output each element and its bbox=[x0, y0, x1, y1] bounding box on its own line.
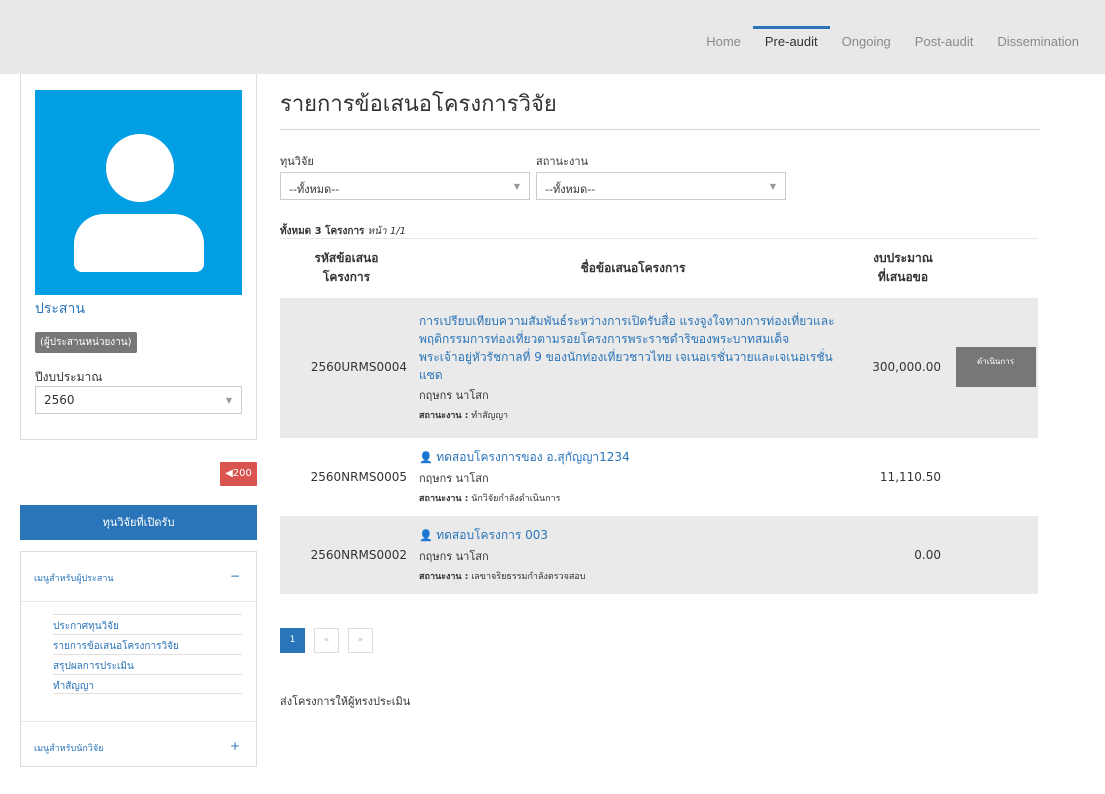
proposal-code: 2560NRMS0005 bbox=[280, 437, 413, 516]
proposal-title-link[interactable]: การเปรียบเทียบความสัมพันธ์ระหว่างการเปิด… bbox=[419, 312, 847, 384]
proposal-budget: 11,110.50 bbox=[853, 437, 953, 516]
send-to-reviewer-link[interactable]: ส่งโครงการให้ผู้ทรงประเมิน bbox=[280, 692, 410, 710]
coordinator-menu-list: ประกาศทุนวิจัย รายการข้อเสนอโครงการวิจัย… bbox=[21, 602, 256, 722]
fund-filter-value: --ทั้งหมด-- bbox=[289, 183, 340, 196]
result-count-page: หน้า 1/1 bbox=[367, 226, 406, 237]
person-icon: 👤 bbox=[419, 529, 437, 542]
proposal-table: รหัสข้อเสนอ โครงการ ชื่อข้อเสนอโครงการ ง… bbox=[280, 238, 1038, 594]
notification-count: 200 bbox=[232, 468, 252, 479]
researcher-menu-header[interactable]: เมนูสำหรับนักวิจัย + bbox=[21, 722, 256, 772]
caret-down-icon: ▼ bbox=[513, 182, 520, 191]
nav-dissemination[interactable]: Dissemination bbox=[985, 26, 1091, 57]
proposal-owner: กฤษกร นาโสก bbox=[419, 472, 489, 486]
table-row: 2560NRMS0002 👤 ทดสอบโครงการ 003 กฤษกร นา… bbox=[280, 515, 1038, 594]
menu-item-proposal-list[interactable]: รายการข้อเสนอโครงการวิจัย bbox=[53, 634, 242, 654]
fiscal-year-label: ปีงบประมาณ bbox=[35, 370, 103, 384]
page-1-button[interactable]: 1 bbox=[280, 628, 305, 653]
main-nav: Home Pre-audit Ongoing Post-audit Dissem… bbox=[694, 26, 1091, 57]
table-row: 2560URMS0004 การเปรียบเทียบความสัมพันธ์ร… bbox=[280, 297, 1038, 438]
col-header-title: ชื่อข้อเสนอโครงการ bbox=[413, 238, 853, 298]
avatar-body-icon bbox=[74, 214, 204, 272]
proposal-info: 👤 ทดสอบโครงการ 003 กฤษกร นาโสก สถานะงาน … bbox=[413, 515, 853, 594]
person-icon: 👤 bbox=[419, 451, 437, 465]
proposal-status: สถานะงาน : ทำสัญญา bbox=[419, 411, 509, 422]
proposal-action-cell bbox=[953, 437, 1038, 516]
coordinator-menu-label: เมนูสำหรับผู้ประสาน bbox=[34, 574, 114, 584]
proposal-status: สถานะงาน : เลขาจริยธรรมกำลังตรวจสอบ bbox=[419, 572, 586, 582]
open-funds-button[interactable]: ทุนวิจัยที่เปิดรับ bbox=[20, 505, 257, 540]
page-title: รายการข้อเสนอโครงการวิจัย bbox=[280, 92, 557, 117]
col-header-budget: งบประมาณ ที่เสนอขอ bbox=[853, 238, 953, 298]
proposal-title-link[interactable]: 👤 ทดสอบโครงการ 003 bbox=[419, 526, 847, 545]
proposal-info: การเปรียบเทียบความสัมพันธ์ระหว่างการเปิด… bbox=[413, 297, 853, 438]
avatar bbox=[35, 90, 242, 295]
proposal-info: 👤 ทดสอบโครงการของ อ.สุกัญญา1234 กฤษกร นา… bbox=[413, 437, 853, 516]
status-filter-select[interactable]: --ทั้งหมด-- ▼ bbox=[536, 172, 786, 200]
col-header-action bbox=[953, 238, 1038, 298]
proposal-code: 2560URMS0004 bbox=[280, 297, 413, 438]
status-filter-label: สถานะงาน bbox=[536, 155, 589, 168]
fiscal-year-select[interactable]: 2560 ▼ bbox=[35, 386, 242, 414]
caret-down-icon: ▼ bbox=[769, 182, 776, 191]
fiscal-year-value: 2560 bbox=[44, 393, 75, 407]
next-page-button[interactable]: » bbox=[348, 628, 373, 653]
expand-icon[interactable]: + bbox=[230, 739, 240, 753]
proceed-button[interactable]: ดำเนินการ bbox=[955, 347, 1036, 388]
proposal-owner: กฤษกร นาโสก bbox=[419, 389, 489, 403]
title-divider bbox=[280, 129, 1040, 130]
proposal-code: 2560NRMS0002 bbox=[280, 515, 413, 594]
nav-pre-audit[interactable]: Pre-audit bbox=[752, 26, 830, 57]
profile-role-badge: (ผู้ประสานหน่วยงาน) bbox=[35, 332, 137, 353]
menu-item-contract[interactable]: ทำสัญญา bbox=[53, 674, 242, 694]
proposal-action-cell bbox=[953, 515, 1038, 594]
prev-page-button[interactable]: « bbox=[314, 628, 339, 653]
menu-item-evaluation-summary[interactable]: สรุปผลการประเมิน bbox=[53, 654, 242, 674]
nav-post-audit[interactable]: Post-audit bbox=[903, 26, 986, 57]
result-count: ทั้งหมด 3 โครงการ หน้า 1/1 bbox=[280, 224, 406, 239]
avatar-head-icon bbox=[106, 134, 174, 202]
fund-filter-select[interactable]: --ทั้งหมด-- ▼ bbox=[280, 172, 530, 200]
nav-home[interactable]: Home bbox=[694, 26, 753, 57]
status-filter-value: --ทั้งหมด-- bbox=[545, 183, 596, 196]
result-count-total: ทั้งหมด 3 โครงการ bbox=[280, 226, 365, 237]
coordinator-menu-header[interactable]: เมนูสำหรับผู้ประสาน − bbox=[21, 552, 256, 602]
fund-filter-label: ทุนวิจัย bbox=[280, 155, 314, 168]
nav-ongoing[interactable]: Ongoing bbox=[830, 26, 903, 57]
megaphone-icon: ◀ bbox=[225, 468, 233, 479]
proposal-owner: กฤษกร นาโสก bbox=[419, 550, 489, 563]
proposal-status: สถานะงาน : นักวิจัยกำลังดำเนินการ bbox=[419, 494, 561, 505]
menu-item-fund-announcement[interactable]: ประกาศทุนวิจัย bbox=[53, 614, 242, 634]
notification-badge[interactable]: ◀200 bbox=[220, 462, 257, 486]
proposal-title-link[interactable]: 👤 ทดสอบโครงการของ อ.สุกัญญา1234 bbox=[419, 448, 847, 467]
proposal-action-cell: ดำเนินการ bbox=[953, 297, 1038, 438]
collapse-icon[interactable]: − bbox=[230, 569, 240, 583]
profile-name[interactable]: ประสาน bbox=[35, 298, 85, 320]
top-navbar: Home Pre-audit Ongoing Post-audit Dissem… bbox=[0, 0, 1105, 74]
side-menu: เมนูสำหรับผู้ประสาน − ประกาศทุนวิจัย ราย… bbox=[20, 551, 257, 767]
table-row: 2560NRMS0005 👤 ทดสอบโครงการของ อ.สุกัญญา… bbox=[280, 437, 1038, 516]
researcher-menu-label: เมนูสำหรับนักวิจัย bbox=[34, 744, 104, 754]
proposal-budget: 300,000.00 bbox=[853, 297, 953, 438]
pagination: 1 « » bbox=[280, 628, 373, 653]
col-header-code: รหัสข้อเสนอ โครงการ bbox=[280, 238, 413, 298]
proposal-budget: 0.00 bbox=[853, 515, 953, 594]
profile-card: ประสาน (ผู้ประสานหน่วยงาน) ปีงบประมาณ 25… bbox=[20, 74, 257, 440]
caret-down-icon: ▼ bbox=[225, 396, 232, 405]
